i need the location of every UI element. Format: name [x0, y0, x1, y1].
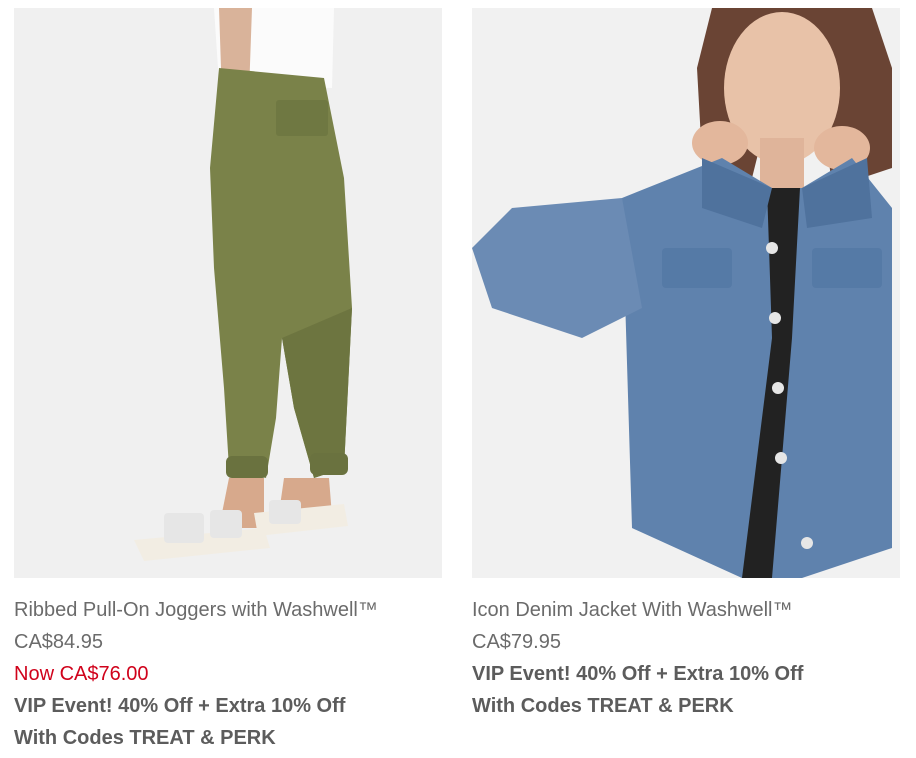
product-info-denim-jacket: Icon Denim Jacket With Washwell™ CA$79.9…: [472, 578, 900, 722]
promo-text-line2: With Codes TREAT & PERK: [14, 727, 276, 749]
product-info-joggers: Ribbed Pull-On Joggers with Washwell™ CA…: [14, 578, 442, 754]
joggers-illustration: [14, 8, 442, 578]
promo-text-line1: VIP Event! 40% Off + Extra 10% Off: [472, 663, 804, 685]
product-image-joggers[interactable]: [14, 8, 442, 578]
promo-text-line1: VIP Event! 40% Off + Extra 10% Off: [14, 695, 346, 717]
denim-jacket-illustration: [472, 8, 900, 578]
product-card-denim-jacket[interactable]: Icon Denim Jacket With Washwell™ CA$79.9…: [472, 8, 900, 722]
product-title[interactable]: Icon Denim Jacket With Washwell™: [472, 594, 900, 626]
promo-text-line2: With Codes TREAT & PERK: [472, 695, 734, 717]
product-image-denim-jacket[interactable]: [472, 8, 900, 578]
sale-price: Now CA$76.00: [14, 663, 149, 685]
original-price: CA$79.95: [472, 631, 561, 653]
product-title[interactable]: Ribbed Pull-On Joggers with Washwell™: [14, 594, 442, 626]
product-card-joggers[interactable]: Ribbed Pull-On Joggers with Washwell™ CA…: [14, 8, 442, 754]
original-price: CA$84.95: [14, 631, 103, 653]
